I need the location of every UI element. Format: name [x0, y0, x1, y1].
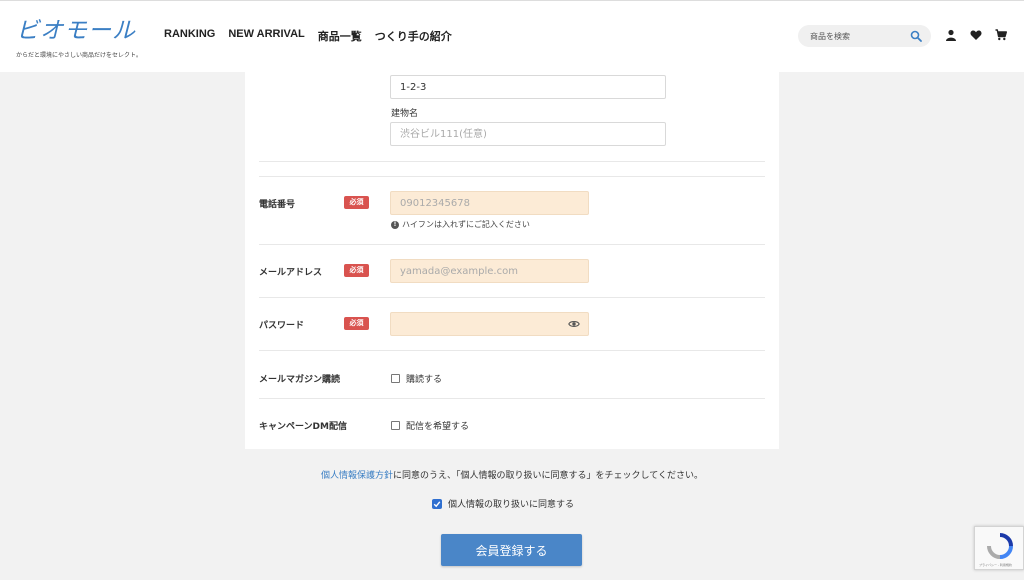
nav-ranking[interactable]: RANKING: [164, 28, 215, 44]
site-logo[interactable]: ビオモール からだと環境にやさしい商品だけをセレクト。: [16, 11, 142, 59]
address-line-input[interactable]: [390, 75, 666, 99]
logo-tagline: からだと環境にやさしい商品だけをセレクト。: [16, 52, 142, 59]
required-badge: 必須: [344, 264, 369, 277]
register-button[interactable]: 会員登録する: [441, 534, 582, 566]
user-icon[interactable]: [945, 29, 957, 41]
cart-icon[interactable]: [995, 29, 1007, 41]
nav-product-list[interactable]: 商品一覧: [318, 28, 362, 44]
privacy-policy-link[interactable]: 個人情報保護方針: [321, 471, 393, 481]
divider: [259, 398, 765, 399]
check-icon: [433, 500, 441, 507]
required-badge: 必須: [344, 196, 369, 209]
recaptcha-badge[interactable]: プライバシー - 利用規約: [974, 526, 1024, 570]
nav-makers[interactable]: つくり手の紹介: [375, 28, 452, 44]
divider: [259, 244, 765, 245]
privacy-agree-checkbox[interactable]: [432, 498, 442, 509]
campaign-label: キャンペーンDM配信: [259, 422, 347, 432]
privacy-text: に同意のうえ、「個人情報の取り扱いに同意する」をチェックしてください。: [393, 471, 703, 481]
recaptcha-icon: [987, 533, 1013, 559]
recaptcha-text: プライバシー - 利用規約: [979, 563, 1012, 567]
divider: [259, 297, 765, 298]
divider: [259, 176, 765, 177]
password-field: [390, 312, 589, 336]
search-icon[interactable]: [910, 30, 922, 42]
newsletter-option: 購読する: [391, 372, 442, 385]
search-box: [798, 25, 931, 47]
campaign-checkbox[interactable]: [391, 421, 400, 430]
main-nav: RANKING NEW ARRIVAL 商品一覧 つくり手の紹介: [164, 28, 452, 44]
phone-label: 電話番号: [259, 200, 296, 210]
search-input[interactable]: [810, 29, 900, 43]
email-input[interactable]: [390, 259, 589, 283]
info-icon: !: [391, 220, 399, 229]
campaign-option-label[interactable]: 配信を希望する: [406, 419, 469, 432]
heart-icon[interactable]: [970, 29, 982, 41]
password-label: パスワード: [259, 321, 305, 331]
eye-icon[interactable]: [568, 318, 580, 330]
privacy-notice: 個人情報保護方針に同意のうえ、「個人情報の取り扱いに同意する」をチェックしてくだ…: [0, 468, 1024, 481]
building-label: 建物名: [391, 109, 419, 119]
required-badge: 必須: [344, 317, 369, 330]
divider: [259, 350, 765, 351]
newsletter-label: メールマガジン購読: [259, 375, 341, 385]
registration-form: 建物名 電話番号 必須 ! ハイフンは入れずにご記入ください メールアドレス 必…: [245, 72, 779, 449]
phone-input[interactable]: [390, 191, 589, 215]
phone-hint: ! ハイフンは入れずにご記入ください: [391, 219, 530, 230]
newsletter-option-label[interactable]: 購読する: [406, 372, 442, 385]
newsletter-checkbox[interactable]: [391, 374, 400, 383]
divider: [259, 161, 765, 162]
password-input[interactable]: [390, 312, 589, 336]
privacy-agree-label[interactable]: 個人情報の取り扱いに同意する: [448, 497, 574, 510]
campaign-option: 配信を希望する: [391, 419, 469, 432]
phone-hint-text: ハイフンは入れずにご記入ください: [402, 220, 530, 229]
building-input[interactable]: [390, 122, 666, 146]
logo-text[interactable]: ビオモール: [16, 11, 142, 45]
email-label: メールアドレス: [259, 268, 323, 278]
privacy-agree: 個人情報の取り扱いに同意する: [432, 497, 574, 510]
site-header: ビオモール からだと環境にやさしい商品だけをセレクト。 RANKING NEW …: [0, 0, 1024, 72]
nav-new-arrival[interactable]: NEW ARRIVAL: [228, 28, 304, 44]
